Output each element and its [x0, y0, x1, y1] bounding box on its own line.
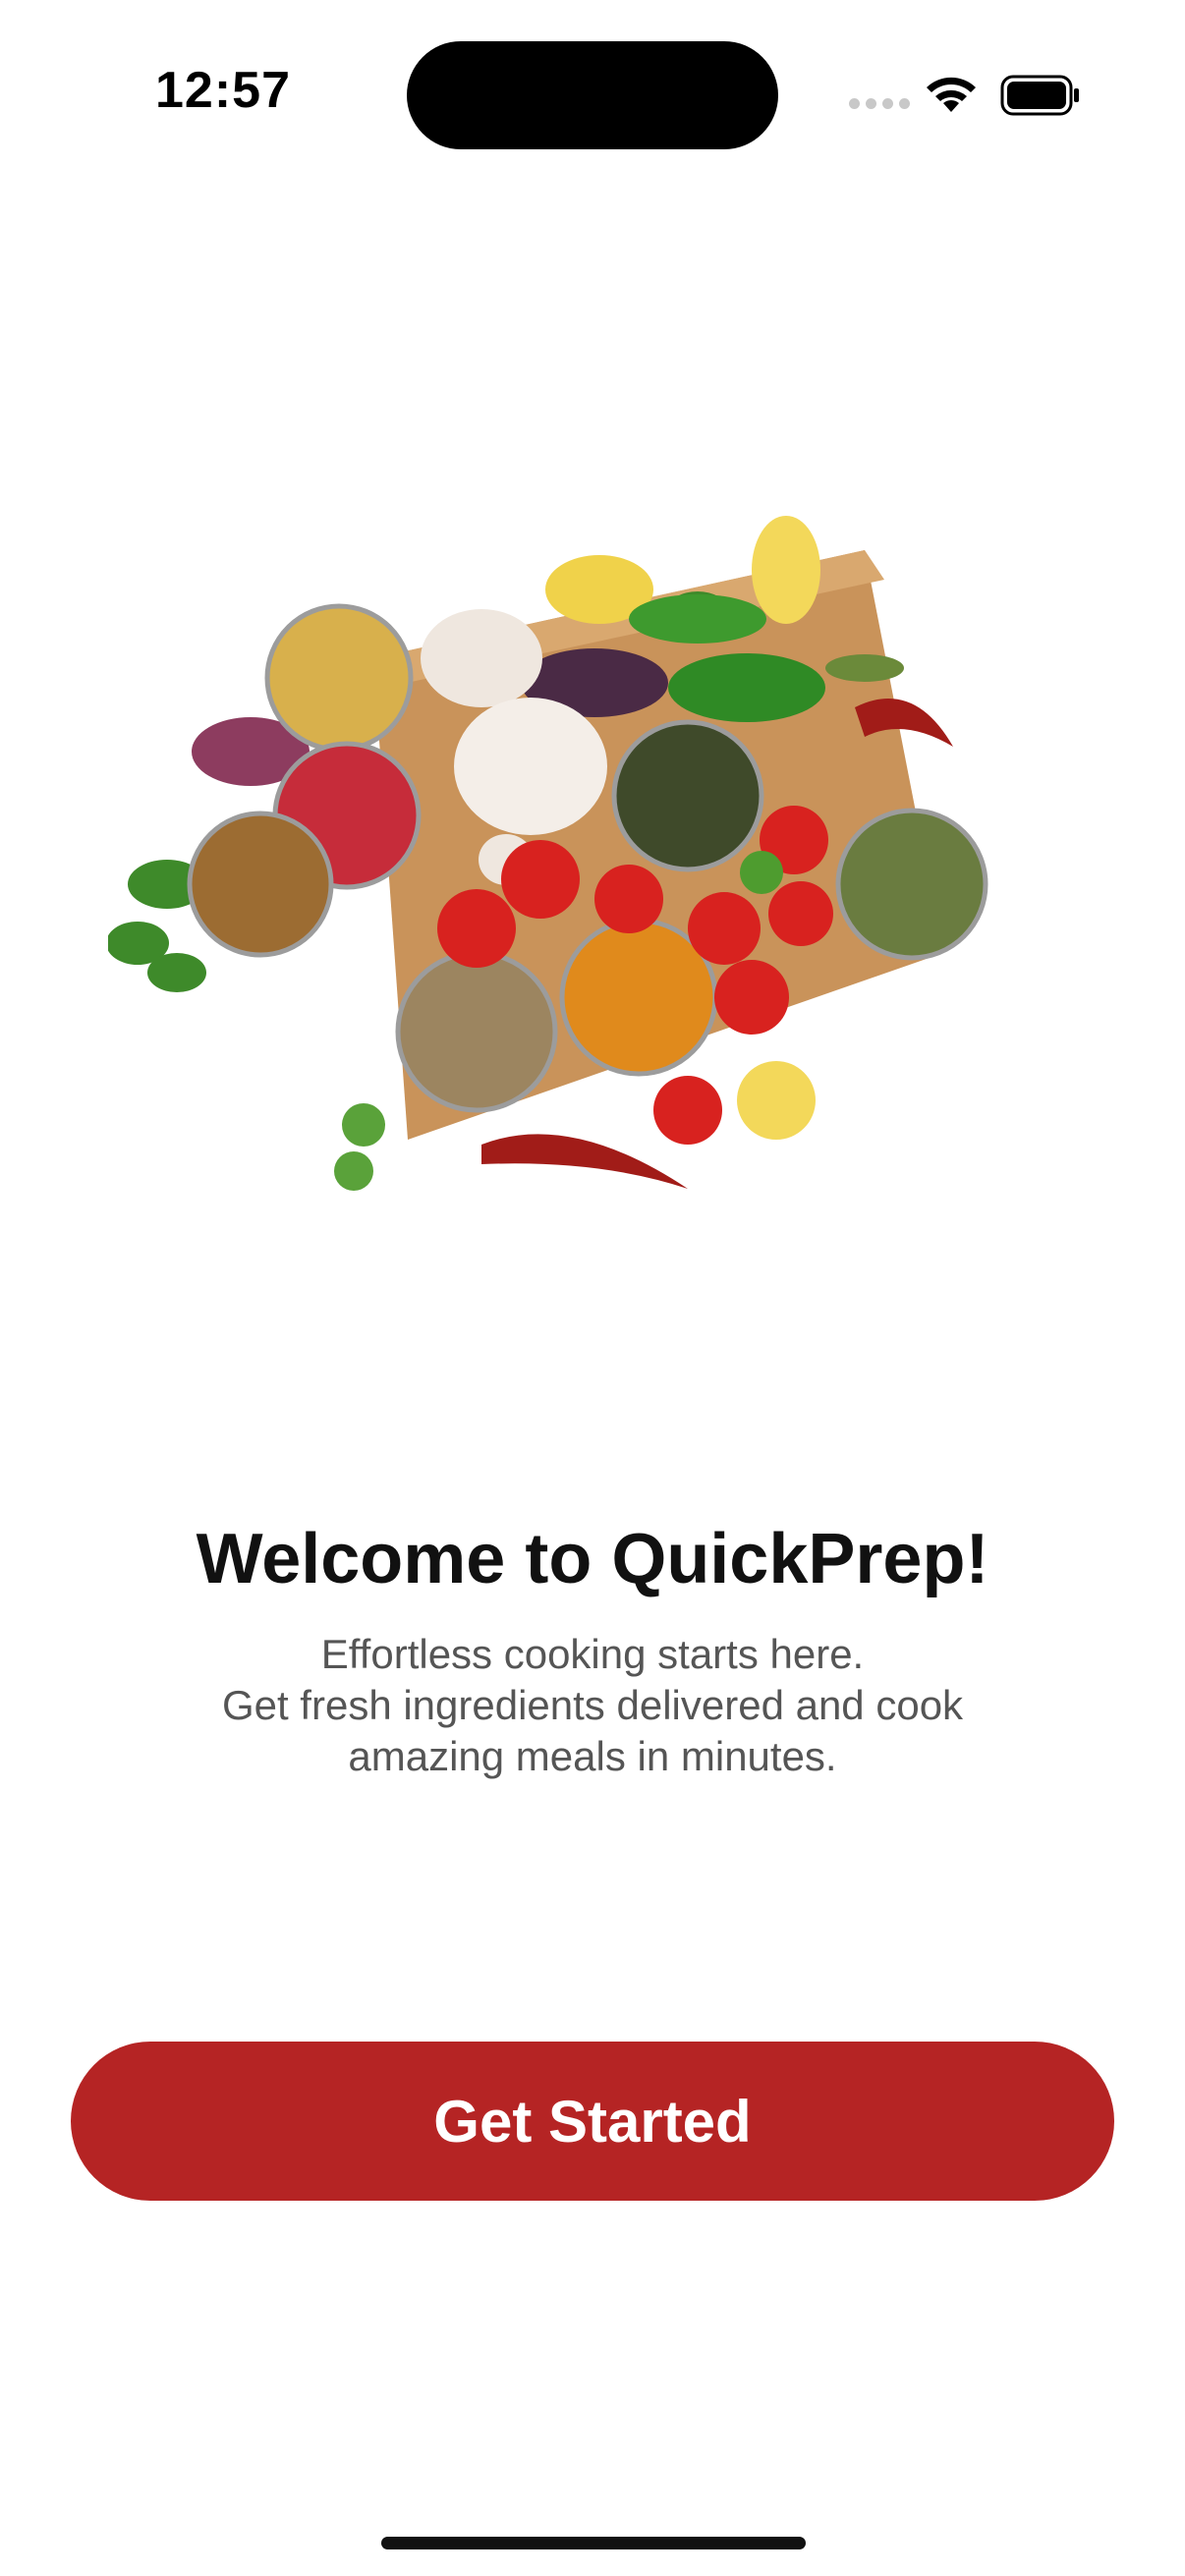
home-indicator[interactable] — [381, 2537, 806, 2549]
status-time: 12:57 — [155, 62, 291, 119]
welcome-subtitle: Effortless cooking starts here. Get fres… — [147, 1629, 1038, 1782]
status-bar: 12:57 — [0, 0, 1185, 196]
get-started-button[interactable]: Get Started — [71, 2042, 1114, 2201]
welcome-subtitle-line: Effortless cooking starts here. — [320, 1631, 865, 1677]
ingredients-cutting-board-illustration — [108, 516, 988, 1191]
dynamic-island — [407, 41, 778, 149]
battery-icon — [1000, 75, 1079, 116]
welcome-title: Welcome to QuickPrep! — [196, 1520, 989, 1598]
wifi-icon — [927, 77, 976, 112]
welcome-subtitle-line: amazing meals in minutes. — [348, 1733, 837, 1779]
signal-icon — [849, 98, 910, 112]
welcome-subtitle-line: Get fresh ingredients delivered and cook — [221, 1682, 964, 1728]
